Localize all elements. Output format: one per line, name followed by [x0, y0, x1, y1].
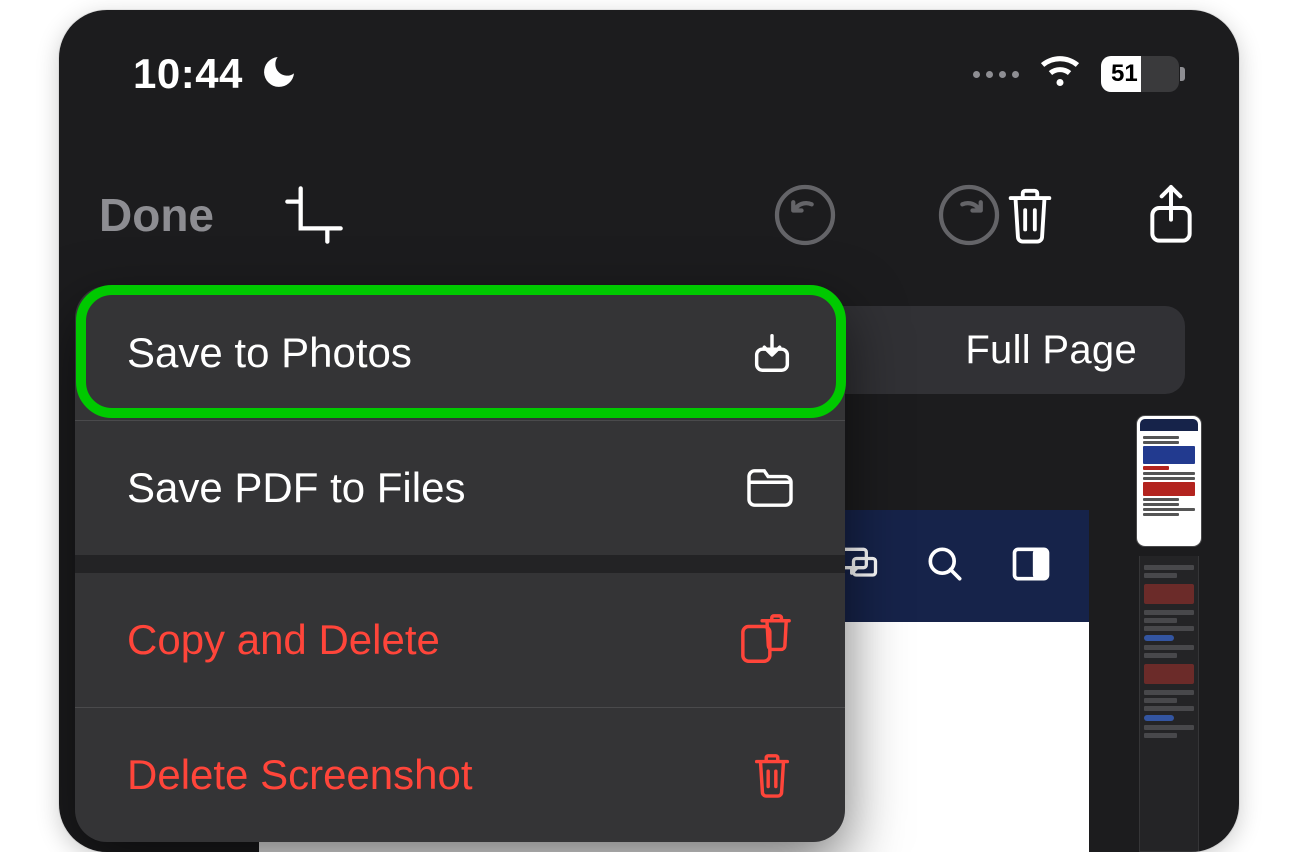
battery-indicator: 51: [1101, 56, 1179, 92]
menu-item-label: Save to Photos: [127, 329, 412, 377]
device-frame: 10:44 51 Done: [59, 10, 1239, 852]
do-not-disturb-icon: [259, 52, 299, 97]
status-bar: 10:44 51: [59, 42, 1239, 106]
save-to-photos-icon: [749, 330, 795, 376]
menu-item-save-pdf-to-files[interactable]: Save PDF to Files: [75, 421, 845, 555]
status-bar-right: 51: [973, 51, 1179, 98]
clock-time: 10:44: [133, 50, 243, 98]
undo-icon[interactable]: [773, 183, 837, 247]
copy-delete-icon: [737, 613, 795, 667]
page-thumbnail-strip[interactable]: [1139, 556, 1199, 852]
done-button[interactable]: Done: [99, 188, 214, 242]
menu-item-copy-and-delete[interactable]: Copy and Delete: [75, 573, 845, 707]
page-thumbnail-current[interactable]: [1137, 416, 1201, 546]
wifi-icon: [1039, 51, 1081, 98]
menu-item-label: Save PDF to Files: [127, 464, 465, 512]
page-dots-icon: [973, 71, 1019, 78]
menu-item-label: Delete Screenshot: [127, 751, 473, 799]
redo-icon[interactable]: [937, 183, 1001, 247]
editor-toolbar: Done: [59, 170, 1239, 260]
status-bar-left: 10:44: [133, 50, 299, 98]
menu-item-label: Copy and Delete: [127, 616, 440, 664]
trash-icon[interactable]: [1001, 181, 1059, 249]
menu-item-delete-screenshot[interactable]: Delete Screenshot: [75, 708, 845, 842]
sidebar-toggle-icon: [1009, 542, 1053, 591]
battery-level: 51: [1111, 60, 1138, 88]
share-icon[interactable]: [1143, 181, 1199, 249]
trash-icon: [749, 749, 795, 801]
menu-item-save-to-photos[interactable]: Save to Photos: [75, 286, 845, 420]
crop-icon[interactable]: [282, 183, 346, 247]
folder-icon: [745, 467, 795, 509]
segment-full-page[interactable]: Full Page: [965, 328, 1137, 373]
search-icon: [923, 542, 967, 591]
done-context-menu: Save to Photos Save PDF to Files Copy an…: [75, 286, 845, 842]
